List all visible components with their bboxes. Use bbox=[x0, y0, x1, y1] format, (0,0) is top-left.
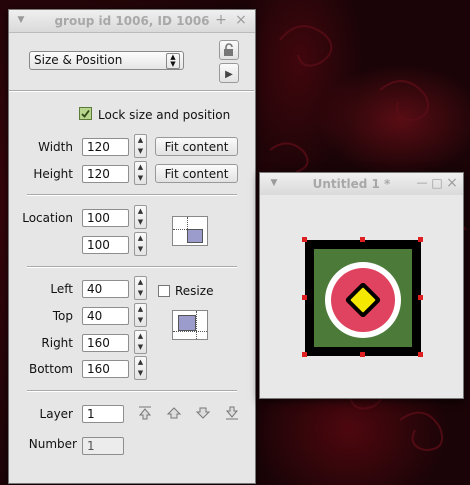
mode-select[interactable]: Size & Position ▲ ▼ bbox=[29, 51, 184, 70]
spin-up-icon[interactable]: ▲ bbox=[135, 277, 146, 287]
spin-down-icon[interactable]: ▼ bbox=[135, 244, 146, 254]
top-spinner[interactable]: ▲ ▼ bbox=[134, 303, 147, 327]
document-titlebar[interactable]: ▼ Untitled 1 * — □ × bbox=[260, 173, 463, 196]
location-anchor-icon bbox=[172, 216, 208, 246]
height-field[interactable]: 120 bbox=[82, 165, 129, 183]
location-y-field[interactable]: 100 bbox=[82, 236, 129, 254]
panel-titlebar[interactable]: ▼ group id 1006, ID 1006 + × bbox=[9, 10, 255, 33]
add-icon[interactable]: + bbox=[215, 13, 227, 27]
left-label: Left bbox=[50, 282, 73, 296]
updown-icon: ▲ ▼ bbox=[166, 53, 180, 69]
bottom-spinner[interactable]: ▲ ▼ bbox=[134, 356, 147, 380]
spin-up-icon[interactable]: ▲ bbox=[135, 304, 146, 314]
bottom-label: Bottom bbox=[28, 362, 73, 376]
height-label: Height bbox=[33, 167, 73, 181]
right-label: Right bbox=[41, 336, 73, 350]
document-window: ▼ Untitled 1 * — □ × bbox=[259, 172, 464, 399]
location-x-field[interactable]: 100 bbox=[82, 209, 129, 227]
divider bbox=[27, 390, 237, 392]
divider bbox=[27, 266, 237, 268]
layer-to-back-icon[interactable] bbox=[224, 406, 240, 420]
number-label: Number bbox=[28, 437, 77, 451]
spin-down-icon[interactable]: ▼ bbox=[135, 173, 146, 183]
handle[interactable] bbox=[418, 295, 423, 300]
width-label: Width bbox=[38, 140, 73, 154]
spin-down-icon[interactable]: ▼ bbox=[135, 217, 146, 227]
lock-checkbox-label: Lock size and position bbox=[98, 108, 231, 122]
handle[interactable] bbox=[302, 237, 307, 242]
top-field[interactable]: 40 bbox=[82, 307, 129, 325]
number-field: 1 bbox=[82, 437, 124, 455]
spin-up-icon[interactable]: ▲ bbox=[135, 233, 146, 243]
group-1006[interactable] bbox=[305, 240, 421, 356]
layer-to-front-icon[interactable] bbox=[137, 406, 153, 420]
location-x-spinner[interactable]: ▲ ▼ bbox=[134, 205, 147, 229]
layer-down-icon[interactable] bbox=[195, 406, 211, 420]
spin-up-icon[interactable]: ▲ bbox=[135, 162, 146, 172]
spin-down-icon[interactable]: ▼ bbox=[135, 146, 146, 156]
resize-checkbox[interactable] bbox=[158, 285, 170, 297]
height-spinner[interactable]: ▲ ▼ bbox=[134, 161, 147, 185]
right-field[interactable]: 160 bbox=[82, 334, 129, 352]
minimize-icon[interactable]: — bbox=[416, 176, 428, 190]
spin-down-icon[interactable]: ▼ bbox=[135, 342, 146, 352]
location-y-spinner[interactable]: ▲ ▼ bbox=[134, 232, 147, 256]
fit-content-height-button[interactable]: Fit content bbox=[155, 164, 238, 183]
width-spinner[interactable]: ▲ ▼ bbox=[134, 134, 147, 158]
size-position-panel: ▼ group id 1006, ID 1006 + × Size & Posi… bbox=[8, 9, 256, 484]
spin-up-icon[interactable]: ▲ bbox=[135, 206, 146, 216]
rect-anchor-icon bbox=[172, 310, 208, 340]
handle[interactable] bbox=[302, 295, 307, 300]
spin-down-icon[interactable]: ▼ bbox=[135, 315, 146, 325]
spin-down-icon[interactable]: ▼ bbox=[135, 368, 146, 378]
spin-down-icon[interactable]: ▼ bbox=[135, 288, 146, 298]
handle[interactable] bbox=[418, 237, 423, 242]
top-label: Top bbox=[52, 309, 73, 323]
left-field[interactable]: 40 bbox=[82, 280, 129, 298]
location-label: Location bbox=[22, 211, 73, 225]
spin-up-icon[interactable]: ▲ bbox=[135, 357, 146, 367]
resize-checkbox-label: Resize bbox=[175, 284, 214, 298]
play-button[interactable]: ▶ bbox=[219, 63, 239, 83]
handle[interactable] bbox=[418, 352, 423, 357]
lock-button[interactable] bbox=[219, 40, 239, 60]
padlock-icon bbox=[224, 43, 233, 56]
spin-up-icon[interactable]: ▲ bbox=[135, 135, 146, 145]
bottom-field[interactable]: 160 bbox=[82, 360, 129, 378]
handle[interactable] bbox=[360, 352, 365, 357]
width-field[interactable]: 120 bbox=[82, 138, 129, 156]
divider bbox=[27, 194, 237, 196]
lock-checkbox[interactable] bbox=[79, 107, 92, 120]
divider bbox=[9, 90, 254, 92]
play-icon: ▶ bbox=[225, 69, 233, 80]
maximize-icon[interactable]: □ bbox=[431, 176, 443, 190]
close-icon[interactable]: × bbox=[235, 13, 247, 27]
spin-up-icon[interactable]: ▲ bbox=[135, 331, 146, 341]
canvas[interactable] bbox=[260, 195, 463, 398]
document-title: Untitled 1 * bbox=[312, 177, 391, 191]
close-icon[interactable]: × bbox=[446, 176, 458, 190]
checkmark-icon bbox=[81, 109, 90, 118]
handle[interactable] bbox=[302, 352, 307, 357]
handle[interactable] bbox=[360, 237, 365, 242]
layer-up-icon[interactable] bbox=[166, 406, 182, 420]
layer-label: Layer bbox=[39, 407, 73, 421]
layer-field[interactable]: 1 bbox=[82, 405, 124, 423]
right-spinner[interactable]: ▲ ▼ bbox=[134, 330, 147, 354]
left-spinner[interactable]: ▲ ▼ bbox=[134, 276, 147, 300]
fit-content-width-button[interactable]: Fit content bbox=[155, 137, 238, 156]
mode-select-value: Size & Position bbox=[34, 53, 123, 67]
